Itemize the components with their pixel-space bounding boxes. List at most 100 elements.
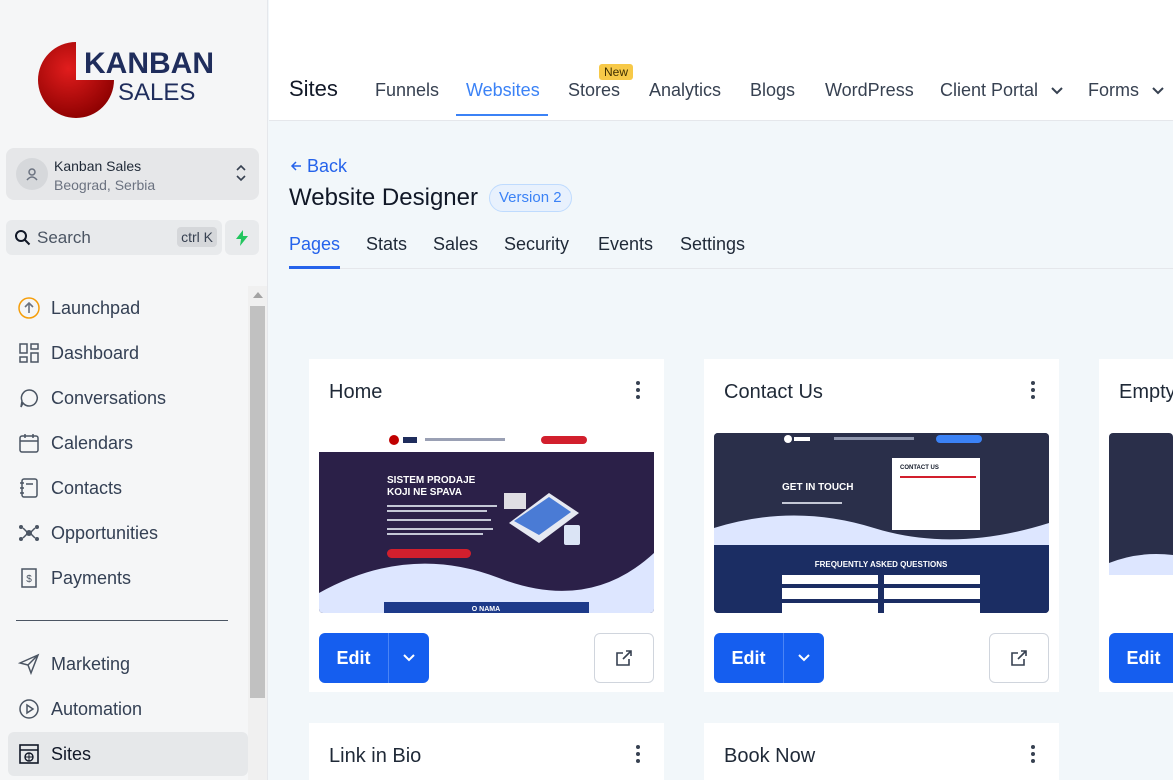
location-address: Beograd, Serbia	[54, 177, 156, 193]
company-logo[interactable]: KANBAN SALES	[38, 38, 228, 122]
svg-text:$: $	[26, 574, 32, 585]
sites-icon	[16, 741, 42, 767]
top-navigation: Sites Funnels Websites New Stores Analyt…	[269, 0, 1173, 121]
kebab-menu-icon[interactable]	[1031, 381, 1035, 399]
sidebar-item-conversations[interactable]: Conversations	[8, 376, 248, 420]
tab-client-portal[interactable]: Client Portal	[940, 80, 1063, 101]
thumb-faq-title: FREQUENTLY ASKED QUESTIONS	[815, 560, 948, 569]
page-card-empty: Empty Edit	[1099, 359, 1173, 692]
edit-button[interactable]: Edit	[319, 633, 389, 683]
edit-button[interactable]: Edit	[714, 633, 784, 683]
tab-events[interactable]: Events	[598, 234, 653, 255]
tab-forms[interactable]: Forms	[1088, 80, 1164, 101]
open-preview-button[interactable]	[989, 633, 1049, 683]
sidebar-item-label: Launchpad	[51, 297, 141, 318]
tabs-divider	[289, 268, 1173, 269]
page-card-contact-us: Contact Us GET IN TOUCH CONTACT US FREQU…	[704, 359, 1059, 692]
tab-websites[interactable]: Websites	[466, 80, 540, 101]
sidebar-item-label: Contacts	[51, 477, 123, 498]
logo-line2: SALES	[118, 79, 195, 106]
dashboard-icon	[16, 340, 42, 366]
sidebar-item-payments[interactable]: $ Payments	[8, 556, 248, 600]
opportunities-icon	[16, 520, 42, 546]
search-icon	[14, 229, 31, 251]
search-bar[interactable]: Search ctrl K	[6, 220, 222, 255]
edit-button-group: Edit	[319, 633, 429, 683]
arrow-left-icon	[290, 161, 301, 171]
tab-sales[interactable]: Sales	[433, 234, 478, 255]
scroll-up-arrow-icon[interactable]	[253, 292, 263, 298]
sidebar-item-sites[interactable]: Sites	[8, 732, 248, 776]
sidebar-item-contacts[interactable]: Contacts	[8, 466, 248, 510]
edit-button[interactable]: Edit	[1109, 633, 1173, 683]
chevron-down-icon	[798, 654, 810, 662]
automation-icon	[16, 696, 42, 722]
location-pin-icon	[16, 158, 48, 190]
kebab-menu-icon[interactable]	[1031, 745, 1035, 763]
sidebar-item-label: Dashboard	[51, 342, 140, 363]
sidebar-divider	[16, 620, 228, 621]
sidebar-item-dashboard[interactable]: Dashboard	[8, 331, 248, 375]
page-title: Website Designer	[289, 184, 478, 211]
tab-funnels[interactable]: Funnels	[375, 80, 439, 101]
version-badge: Version 2	[489, 184, 572, 212]
sidebar-scrollbar[interactable]	[248, 286, 267, 780]
thumb-hero-line1: SISTEM PRODAJE	[387, 475, 476, 486]
active-tab-indicator	[456, 114, 548, 116]
sidebar-item-label: Conversations	[51, 387, 167, 408]
sidebar: KANBAN SALES Kanban Sales Beograd, Serbi…	[0, 0, 268, 780]
sidebar-item-opportunities[interactable]: Opportunities	[8, 511, 248, 555]
new-badge: New	[599, 64, 634, 80]
sidebar-item-automation[interactable]: Automation	[8, 687, 248, 731]
tab-label: Forms	[1088, 80, 1139, 100]
edit-button-group: Edit	[1109, 633, 1173, 683]
thumb-hero-line1: GET IN TOUCH	[782, 482, 853, 493]
external-link-icon	[616, 650, 632, 666]
sidebar-item-label: Opportunities	[51, 522, 159, 543]
chevron-down-icon	[1051, 87, 1063, 95]
quick-actions-button[interactable]	[225, 220, 259, 255]
tab-stats[interactable]: Stats	[366, 234, 407, 255]
page-card-book-now: Book Now	[704, 723, 1059, 780]
page-thumbnail[interactable]: SISTEM PRODAJE KOJI NE SPAVA O NAMA	[319, 433, 654, 613]
back-link[interactable]: Back	[290, 156, 347, 177]
location-name: Kanban Sales	[54, 158, 142, 174]
tab-label: Client Portal	[940, 80, 1039, 100]
thumb-hero-line2: KOJI NE SPAVA	[387, 487, 462, 498]
open-preview-button[interactable]	[594, 633, 654, 683]
calendar-icon	[16, 430, 42, 456]
tab-analytics[interactable]: Analytics	[649, 80, 721, 101]
bolt-icon	[236, 229, 248, 246]
card-title: Empty	[1119, 381, 1173, 403]
kebab-menu-icon[interactable]	[636, 381, 640, 399]
sidebar-item-label: Calendars	[51, 432, 134, 453]
page-thumbnail[interactable]: GET IN TOUCH CONTACT US FREQUENTLY ASKED…	[714, 433, 1049, 613]
location-switcher[interactable]: Kanban Sales Beograd, Serbia	[6, 148, 259, 200]
chat-icon	[16, 385, 42, 411]
sidebar-item-calendars[interactable]: Calendars	[8, 421, 248, 465]
card-title: Book Now	[724, 745, 816, 767]
tab-blogs[interactable]: Blogs	[750, 80, 795, 101]
thumb-footer-text: O NAMA	[472, 606, 500, 613]
chevron-updown-icon	[235, 162, 247, 189]
tab-settings[interactable]: Settings	[680, 234, 745, 255]
edit-dropdown-button[interactable]	[389, 633, 429, 683]
page-card-link-in-bio: Link in Bio	[309, 723, 664, 780]
contacts-icon	[16, 475, 42, 501]
sidebar-item-label: Automation	[51, 698, 143, 719]
tab-security[interactable]: Security	[504, 234, 569, 255]
kebab-menu-icon[interactable]	[636, 745, 640, 763]
page-card-home: Home SISTEM PRODAJE KOJI NE SPAVA O NAMA…	[309, 359, 664, 692]
edit-dropdown-button[interactable]	[784, 633, 824, 683]
sidebar-item-launchpad[interactable]: Launchpad	[8, 286, 248, 330]
external-link-icon	[1011, 650, 1027, 666]
tab-pages[interactable]: Pages	[289, 234, 340, 255]
tab-wordpress[interactable]: WordPress	[825, 80, 914, 101]
scroll-thumb[interactable]	[250, 306, 265, 698]
search-shortcut: ctrl K	[177, 227, 217, 247]
tab-stores[interactable]: Stores	[568, 80, 620, 101]
sidebar-item-marketing[interactable]: Marketing	[8, 642, 248, 686]
page-thumbnail[interactable]	[1109, 433, 1173, 613]
back-label: Back	[307, 156, 348, 176]
edit-button-group: Edit	[714, 633, 824, 683]
